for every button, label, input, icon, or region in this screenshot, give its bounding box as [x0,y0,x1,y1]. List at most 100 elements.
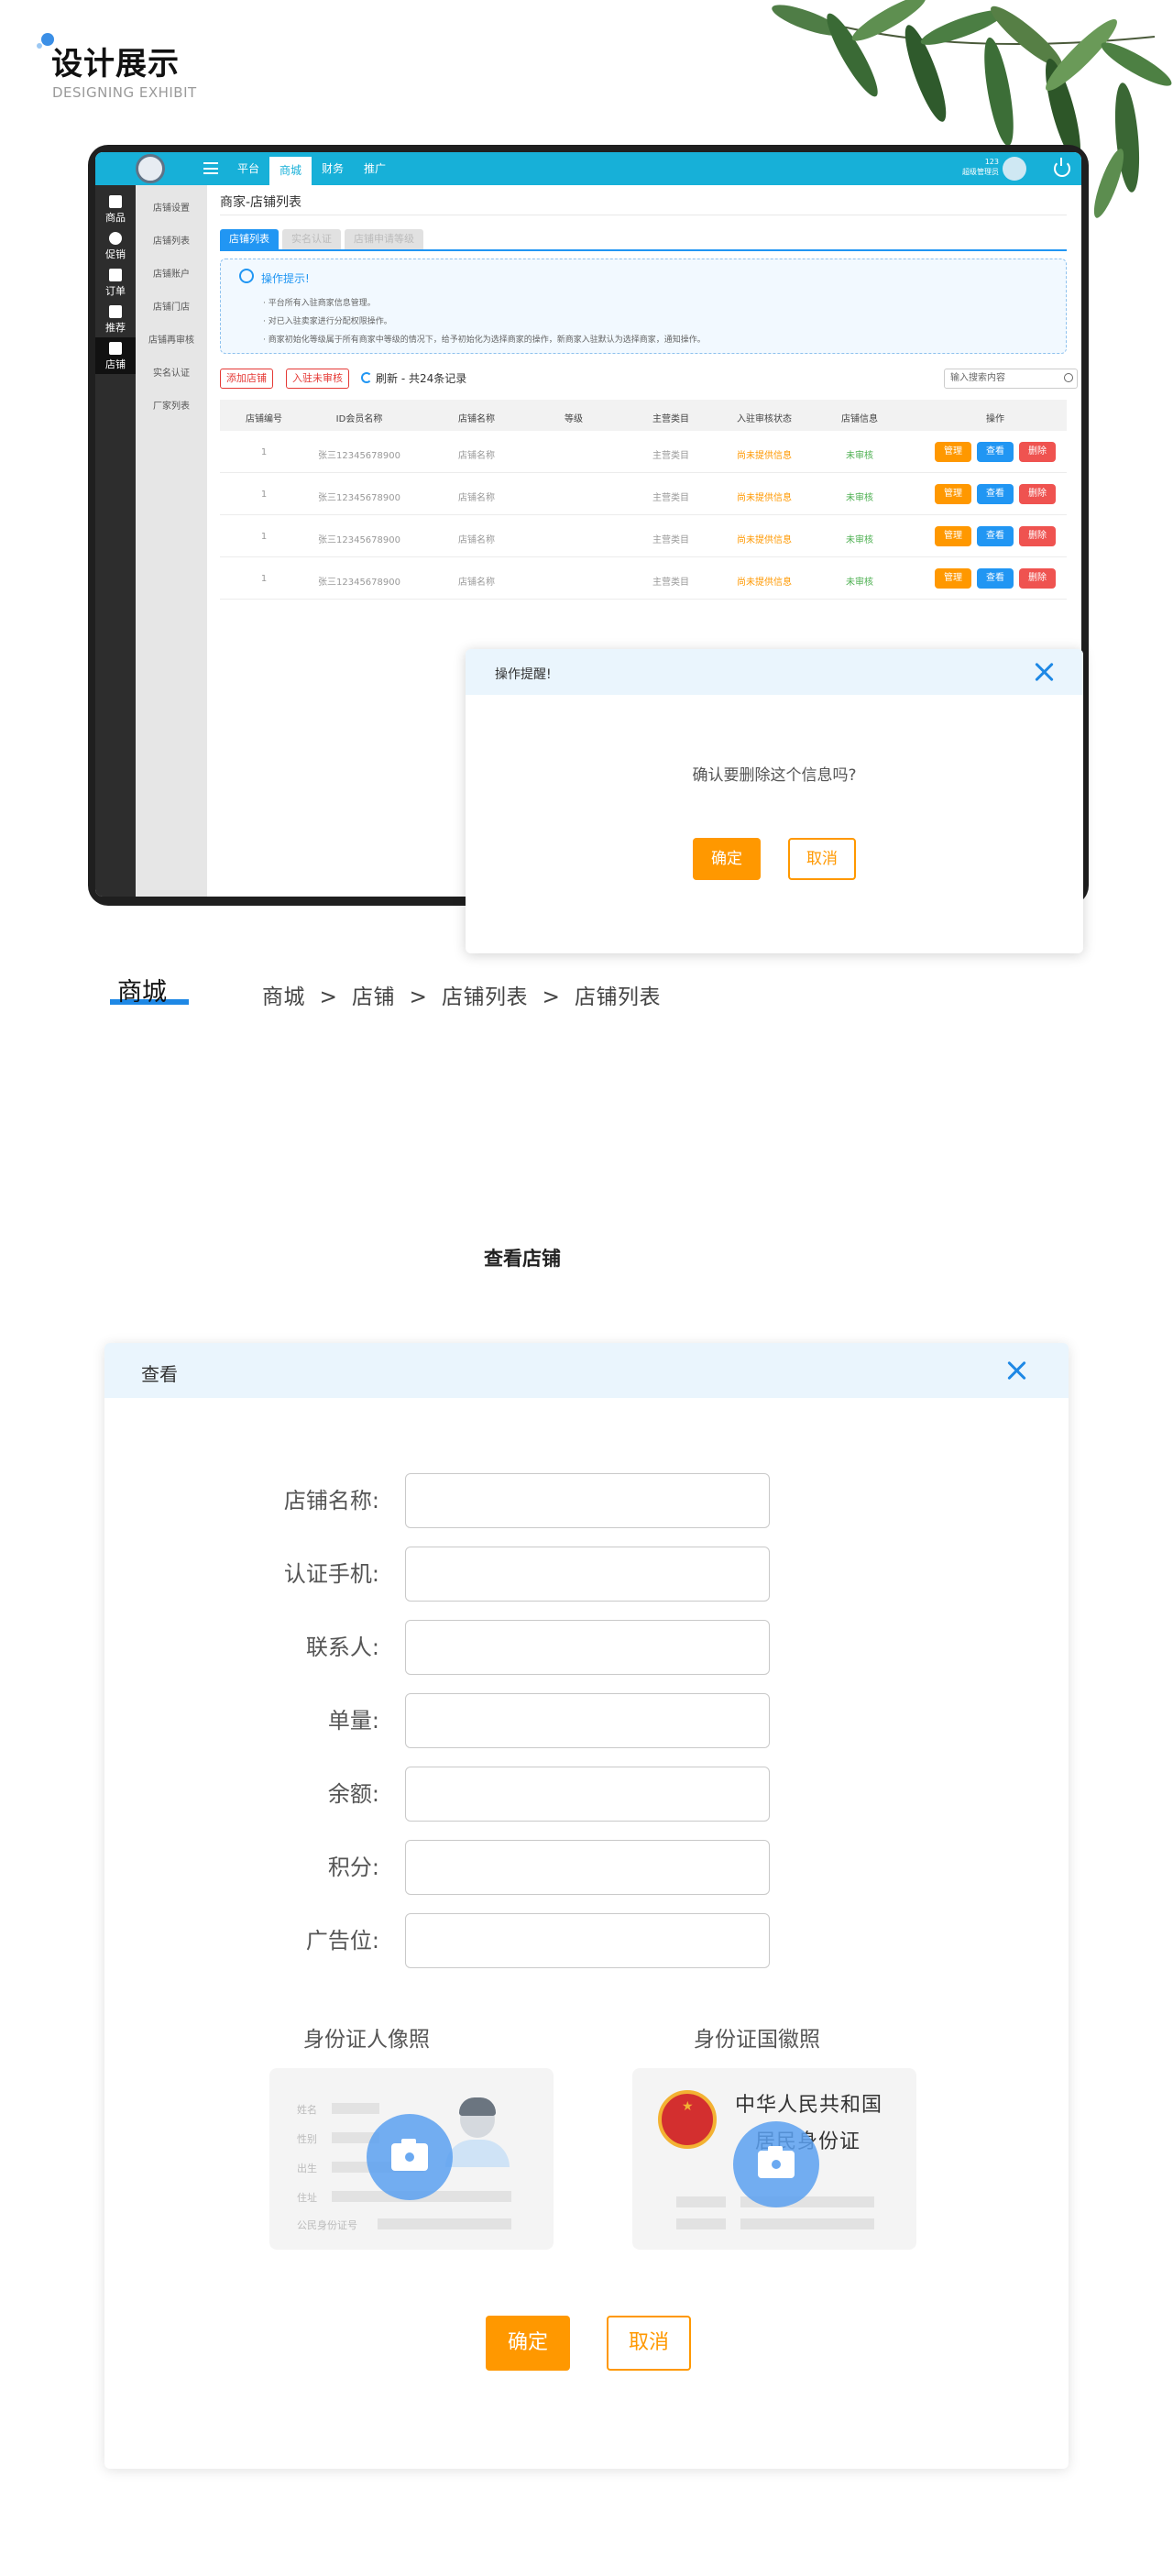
tips-panel: 操作提示! · 平台所有入驻商家信息管理。 · 对已入驻卖家进行分配权限操作。 … [220,259,1067,354]
cell-store-id: 1 [260,574,268,584]
placeholder-bar [378,2218,511,2229]
refresh-icon[interactable] [361,372,372,383]
delete-button[interactable]: 删除 [1019,442,1056,462]
column-header: 等级 [565,414,583,424]
subnav-realname[interactable]: 实名认证 [136,365,207,379]
logout-icon[interactable] [1054,158,1070,177]
nav-platform[interactable]: 平台 [227,152,269,185]
delete-button[interactable]: 删除 [1019,568,1056,589]
view-ok-button[interactable]: 确定 [486,2316,570,2371]
cell-category: 主营类目 [652,451,689,461]
cell-category: 主营类目 [652,493,689,503]
delete-button[interactable]: 删除 [1019,484,1056,504]
sidebar-item-orders[interactable]: 订单 [95,264,136,301]
nav-finance[interactable]: 财务 [312,152,354,185]
tab-store-level-apply[interactable]: 店铺申请等级 [345,229,423,249]
order-count-field[interactable] [405,1693,770,1748]
modal-title: 操作提醒! [495,667,552,682]
view-button[interactable]: 查看 [977,526,1014,546]
cell-review-status: 尚未提供信息 [737,535,792,545]
close-icon[interactable] [1034,661,1056,683]
sidebar-item-goods[interactable]: 商品 [95,191,136,227]
cell-store-name: 店铺名称 [458,535,495,545]
design-showcase-page: 设计展示 DESIGNING EXHIBIT 平台 商城 财务 推广 123 超… [0,0,1173,2576]
cell-category: 主营类目 [652,578,689,588]
sidebar-item-recommend[interactable]: 推荐 [95,301,136,337]
section-title: 查看店铺 [484,1248,561,1270]
search-icon[interactable] [1064,373,1073,382]
table-row: 1 张三12345678900 店铺名称 主营类目 尚未提供信息 未审核 管理 … [220,431,1067,473]
id-field-label: 姓名 [297,2104,317,2116]
manage-button[interactable]: 管理 [935,568,971,589]
tab-realname[interactable]: 实名认证 [282,229,341,249]
contact-field[interactable] [405,1620,770,1675]
modal-header: 操作提醒! [466,649,1083,695]
close-icon[interactable] [1006,1360,1028,1382]
label-balance: 余额: [327,1781,379,1807]
label-order-count: 单量: [327,1708,379,1734]
avatar[interactable] [1003,157,1026,181]
cell-category: 主营类目 [652,535,689,545]
record-count[interactable]: 刷新 - 共24条记录 [376,370,466,386]
recommend-icon [109,305,122,318]
subnav-store-rereview[interactable]: 店铺再审核 [136,332,207,346]
id-back-upload[interactable]: ★ 中华人民共和国 居民身份证 [632,2068,916,2250]
lightbulb-icon [239,269,254,283]
user-info: 123 超级管理员 [953,157,999,177]
store-name-field[interactable] [405,1473,770,1528]
nav-promotion[interactable]: 推广 [354,152,396,185]
view-button[interactable]: 查看 [977,484,1014,504]
nav-mall[interactable]: 商城 [269,157,312,185]
tab-store-list[interactable]: 店铺列表 [220,229,279,249]
view-button[interactable]: 查看 [977,568,1014,589]
manage-button[interactable]: 管理 [935,526,971,546]
subnav-store-list[interactable]: 店铺列表 [136,233,207,247]
subnav-manufacturers[interactable]: 厂家列表 [136,398,207,412]
subnav-store-settings[interactable]: 店铺设置 [136,200,207,214]
column-header: 店铺编号 [246,414,282,424]
view-button[interactable]: 查看 [977,442,1014,462]
secondary-sidebar: 店铺设置 店铺列表 店铺账户 店铺门店 店铺再审核 实名认证 厂家列表 [136,185,207,897]
add-store-button[interactable]: 添加店铺 [220,369,273,389]
label-store-name: 店铺名称: [283,1488,379,1514]
page-subheading: DESIGNING EXHIBIT [52,84,197,101]
sidebar-item-promotion[interactable]: 促销 [95,227,136,264]
cell-store-id: 1 [260,532,268,542]
column-header: 主营类目 [652,414,689,424]
id-back-line1: 中华人民共和国 [735,2094,883,2117]
placeholder-bar [676,2218,726,2229]
view-cancel-button[interactable]: 取消 [607,2316,691,2371]
camera-icon[interactable] [367,2114,453,2200]
portrait-body [445,2140,510,2167]
confirm-ok-button[interactable]: 确定 [693,838,761,880]
breadcrumb-brand: 商城 [117,978,167,1007]
search-input[interactable]: 输入搜索内容 [944,369,1078,389]
table-header: 店铺编号 ID会员名称 店铺名称 等级 主营类目 入驻审核状态 店铺信息 操作 [220,400,1067,431]
menu-toggle-icon[interactable] [203,162,218,174]
cell-store-id: 1 [260,447,268,457]
column-header: 操作 [986,414,1004,424]
orders-icon [109,269,122,281]
manage-button[interactable]: 管理 [935,442,971,462]
confirm-cancel-button[interactable]: 取消 [788,838,856,880]
delete-button[interactable]: 删除 [1019,526,1056,546]
tip-line: · 商家初始化等级属于所有商家中等级的情况下，给予初始化为选择商家的操作，新商家… [263,336,706,345]
subnav-store-outlets[interactable]: 店铺门店 [136,299,207,313]
points-field[interactable] [405,1840,770,1895]
sidebar-item-store[interactable]: 店铺 [95,337,136,374]
column-header: 入驻审核状态 [737,414,792,424]
ad-slot-field[interactable] [405,1913,770,1968]
id-field-label: 公民身份证号 [297,2219,357,2231]
placeholder-bar [676,2196,726,2207]
cell-review-status: 尚未提供信息 [737,578,792,588]
subnav-store-account[interactable]: 店铺账户 [136,266,207,280]
balance-field[interactable] [405,1767,770,1822]
phone-field[interactable] [405,1547,770,1602]
id-front-upload[interactable]: 姓名 性别 出生 住址 公民身份证号 [269,2068,554,2250]
user-role: 超级管理员 [962,168,999,176]
camera-icon[interactable] [733,2121,819,2207]
pending-review-button[interactable]: 入驻未审核 [286,369,349,389]
cell-member: 张三12345678900 [318,535,400,545]
manage-button[interactable]: 管理 [935,484,971,504]
table-row: 1 张三12345678900 店铺名称 主营类目 尚未提供信息 未审核 管理 … [220,515,1067,557]
